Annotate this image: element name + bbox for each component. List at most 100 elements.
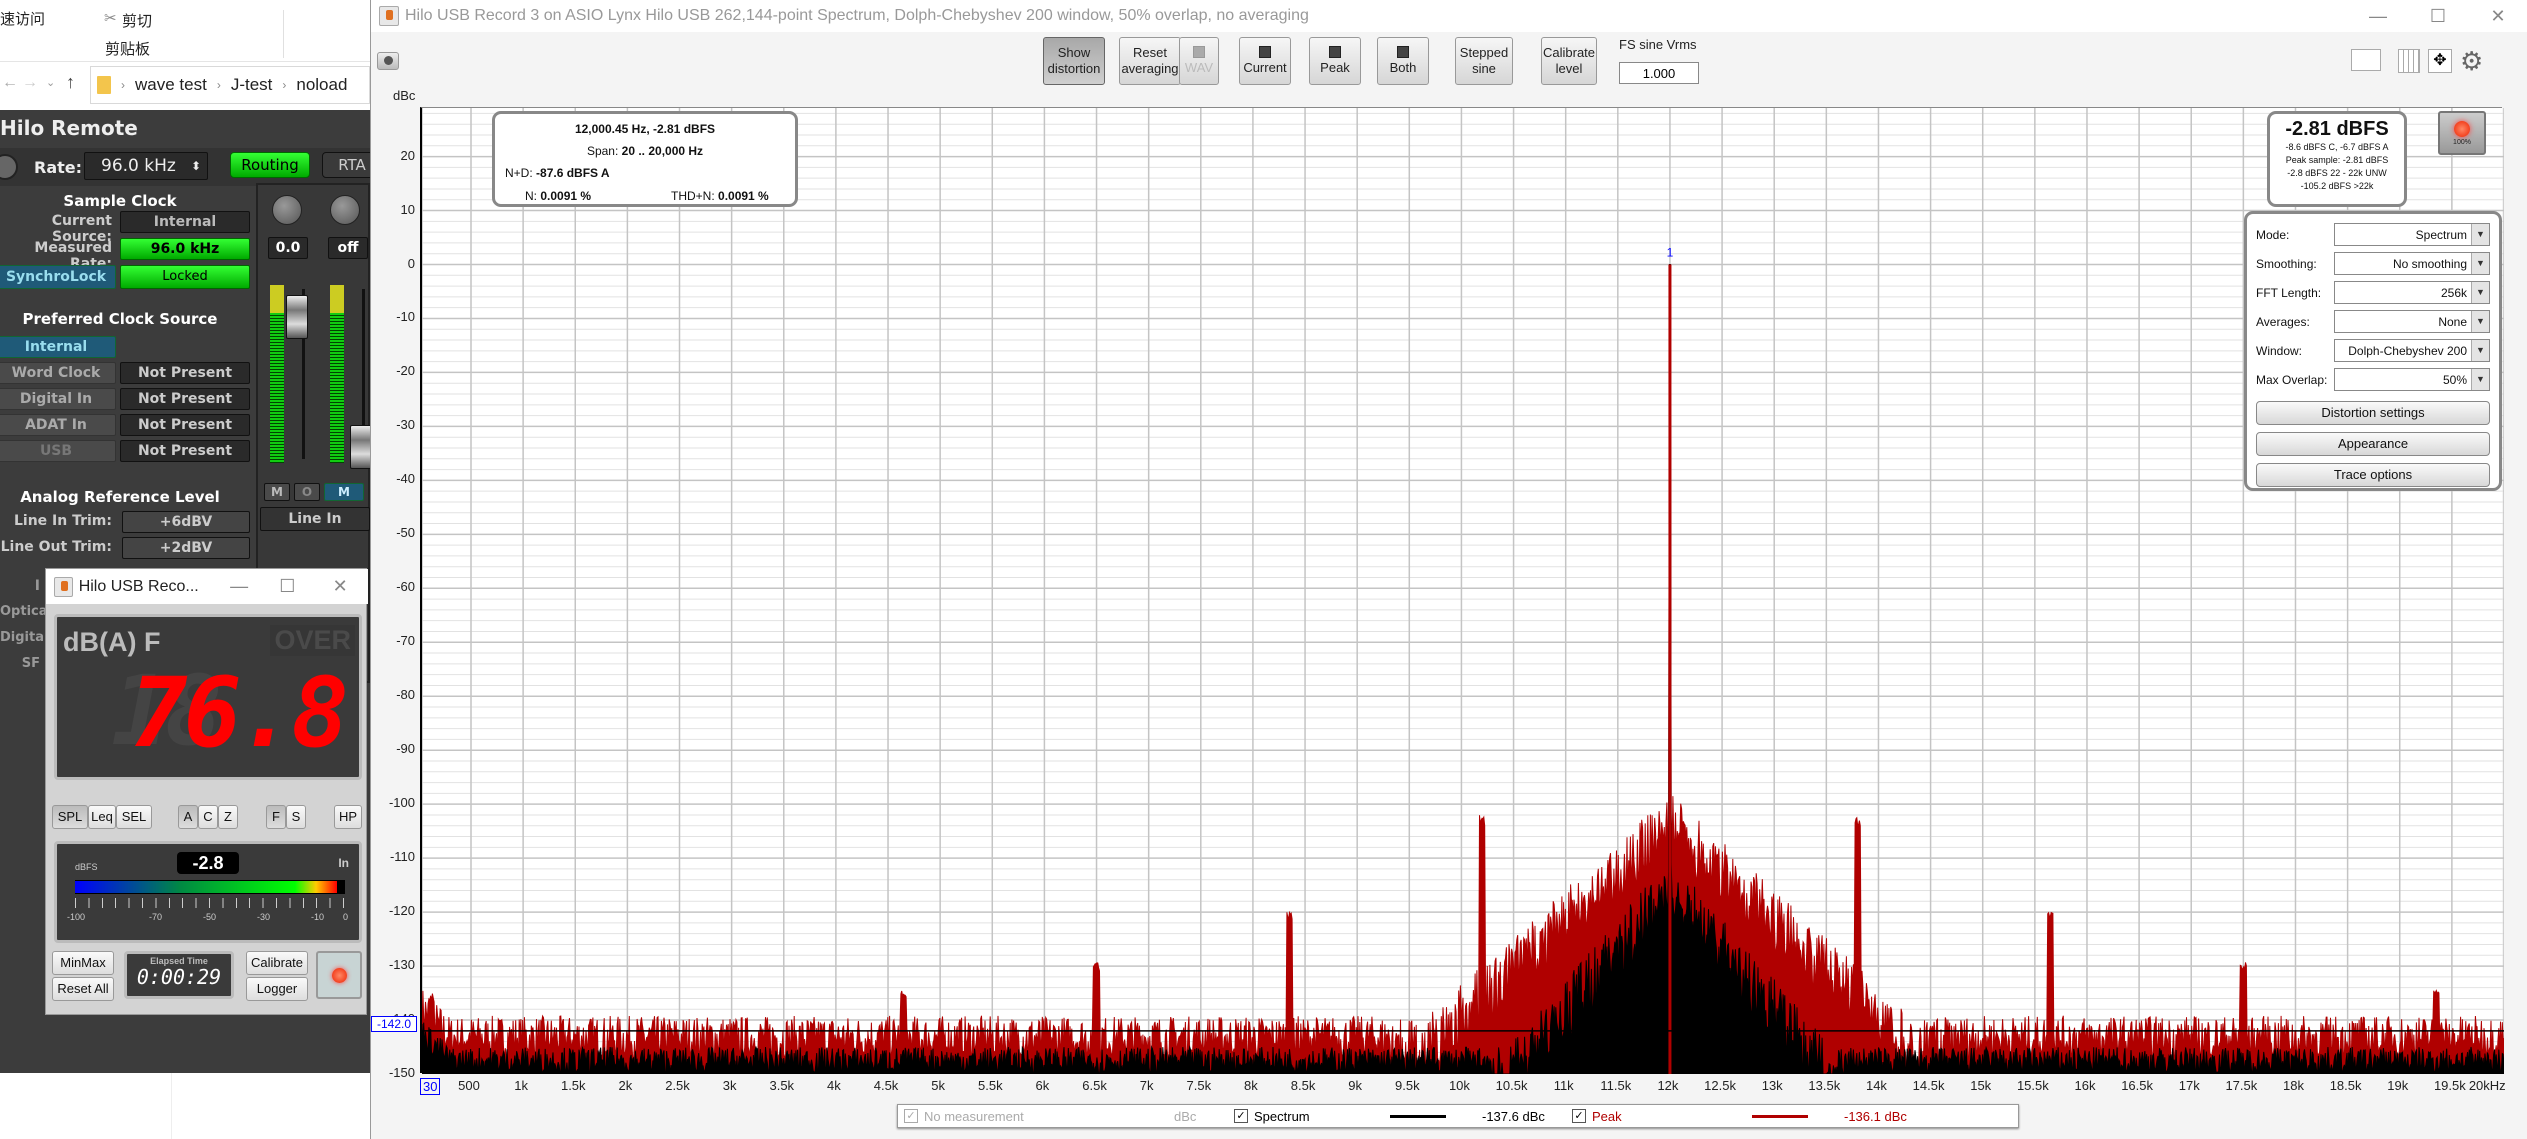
logger-button[interactable]: Logger: [246, 977, 308, 1001]
minimize-button[interactable]: —: [216, 576, 262, 597]
setting-select[interactable]: Dolph-Chebyshev 200 ▼: [2334, 339, 2490, 362]
minmax-button[interactable]: MinMax: [52, 951, 114, 975]
setting-value: 50%: [2442, 372, 2467, 387]
cursor-level-label[interactable]: -142.0: [371, 1016, 417, 1032]
clock-source-word-clock[interactable]: Word Clock: [0, 362, 116, 384]
fast-button[interactable]: F: [266, 805, 286, 829]
clock-status: Not Present: [120, 388, 250, 410]
settings-gear-icon[interactable]: ⚙: [2460, 46, 2483, 77]
level-channel: In: [338, 856, 349, 870]
calibrate-level-button[interactable]: Calibrate level: [1541, 37, 1597, 85]
clock-source-adat-in[interactable]: ADAT In: [0, 414, 116, 436]
back-arrow-icon[interactable]: ←: [2, 74, 18, 92]
x-tick-label: 3.5k: [769, 1078, 795, 1093]
input-source-label[interactable]: Line In: [260, 507, 370, 531]
x-tick-label: 1k: [514, 1078, 528, 1093]
setting-select[interactable]: No smoothing ▼: [2334, 252, 2490, 275]
reset-all-button[interactable]: Reset All: [52, 977, 114, 1001]
wav-button[interactable]: WAV: [1179, 37, 1219, 85]
spectrum-checkbox[interactable]: ✓: [1234, 1109, 1248, 1123]
clock-source-digital-in[interactable]: Digital In: [0, 388, 116, 410]
peak-legend-label: Peak: [1592, 1108, 1622, 1124]
routing-button[interactable]: Routing: [230, 152, 310, 178]
pan-knob[interactable]: [330, 195, 360, 225]
time-weighting-group: F S: [266, 805, 306, 829]
peak-checkbox[interactable]: ✓: [1572, 1109, 1586, 1123]
maximize-button[interactable]: ☐: [262, 576, 312, 597]
record-toggle-button[interactable]: 100%: [2438, 111, 2486, 155]
elapsed-time-value: 0:00:29: [136, 965, 222, 989]
cut-button[interactable]: 剪切: [122, 10, 152, 31]
maximize-button[interactable]: ☐: [2408, 6, 2468, 27]
no-measurement-checkbox[interactable]: ✓: [904, 1109, 918, 1123]
clock-source-internal[interactable]: Internal: [0, 336, 116, 358]
up-arrow-icon[interactable]: ↑: [66, 72, 75, 93]
c-weight-button[interactable]: C: [198, 805, 218, 829]
button-label: averaging: [1121, 61, 1179, 76]
record-button[interactable]: [316, 951, 362, 999]
span-readout: Span: 20 .. 20,000 Hz: [495, 144, 795, 158]
save-icon: [1259, 46, 1271, 58]
line-in-trim-label: Line In Trim:: [13, 513, 112, 529]
breadcrumb-item[interactable]: noload: [296, 75, 347, 95]
recent-chevron-icon[interactable]: ⌄: [46, 76, 55, 89]
n-readout: N: 0.0091 %: [525, 189, 591, 203]
solo-button[interactable]: O: [294, 483, 320, 501]
sel-button[interactable]: SEL: [116, 805, 152, 829]
spl-window-title: Hilo USB Reco...: [78, 577, 199, 595]
line-in-trim-select[interactable]: +6dBV: [122, 511, 250, 533]
dropdown-arrow-icon: ▼: [2471, 369, 2489, 390]
setting-select[interactable]: 50% ▼: [2334, 368, 2490, 391]
level-line: -8.6 dBFS C, -6.7 dBFS A: [2285, 142, 2389, 152]
z-weight-button[interactable]: Z: [218, 805, 238, 829]
trace-options-button[interactable]: Trace options: [2256, 463, 2490, 487]
x-tick-label[interactable]: 30: [420, 1078, 441, 1095]
close-button[interactable]: ✕: [2468, 6, 2527, 27]
clock-source-usb[interactable]: USB: [0, 440, 116, 462]
synchrolock-button[interactable]: SynchroLock: [0, 265, 116, 289]
quick-access-label[interactable]: 速访问: [0, 8, 45, 29]
mute-button[interactable]: M: [264, 483, 290, 501]
setting-select[interactable]: None ▼: [2334, 310, 2490, 333]
close-button[interactable]: ✕: [312, 576, 368, 597]
slow-button[interactable]: S: [286, 805, 306, 829]
fs-sine-input[interactable]: [1619, 62, 1699, 84]
stepped-sine-button[interactable]: Stepped sine: [1455, 37, 1513, 85]
setting-label: Window:: [2256, 343, 2303, 358]
fader-handle[interactable]: [350, 425, 372, 469]
spectrum-plot[interactable]: 1 12,000.45 Hz, -2.81 dBFS Span: 20 .. 2…: [420, 107, 2504, 1074]
distortion-settings-button[interactable]: Distortion settings: [2256, 401, 2490, 425]
elapsed-time-display: Elapsed Time 0:00:29: [124, 951, 234, 999]
thdn-readout: THD+N: 0.0091 %: [671, 189, 769, 203]
appearance-button[interactable]: Appearance: [2256, 432, 2490, 456]
dropdown-arrow-icon: ▼: [2471, 311, 2489, 332]
save-current-button[interactable]: Current: [1239, 37, 1291, 85]
leq-button[interactable]: Leq: [88, 805, 116, 829]
setting-select[interactable]: Spectrum ▼: [2334, 223, 2490, 246]
hp-button[interactable]: HP: [334, 805, 362, 829]
setting-select[interactable]: 256k ▼: [2334, 281, 2490, 304]
breadcrumb-item[interactable]: J-test: [231, 75, 273, 95]
reset-averaging-button[interactable]: Reset averaging: [1119, 37, 1181, 85]
save-peak-button[interactable]: Peak: [1309, 37, 1361, 85]
fader-handle[interactable]: [286, 295, 308, 339]
mute-button-active[interactable]: M: [324, 483, 364, 501]
forward-arrow-icon[interactable]: →: [22, 74, 38, 92]
menu-icon[interactable]: [0, 154, 18, 180]
minimize-button[interactable]: —: [2348, 6, 2408, 27]
resize-graph-icon[interactable]: [2351, 49, 2381, 71]
pan-knob[interactable]: [272, 195, 302, 225]
address-bar[interactable]: › wave test › J-test › noload: [90, 66, 370, 104]
level-meter: [330, 285, 344, 463]
breadcrumb-item[interactable]: wave test: [135, 75, 207, 95]
pan-arrows-icon[interactable]: ✥: [2428, 49, 2452, 73]
show-distortion-button[interactable]: Show distortion: [1043, 37, 1105, 85]
line-out-trim-select[interactable]: +2dBV: [122, 537, 250, 559]
rate-select[interactable]: 96.0 kHz ⬍: [84, 152, 208, 180]
x-tick-label: 16k: [2074, 1078, 2096, 1093]
save-both-button[interactable]: Both: [1377, 37, 1429, 85]
a-weight-button[interactable]: A: [178, 805, 198, 829]
spl-button[interactable]: SPL: [52, 805, 88, 829]
calibrate-button[interactable]: Calibrate: [246, 951, 308, 975]
columns-icon[interactable]: [2398, 49, 2420, 73]
